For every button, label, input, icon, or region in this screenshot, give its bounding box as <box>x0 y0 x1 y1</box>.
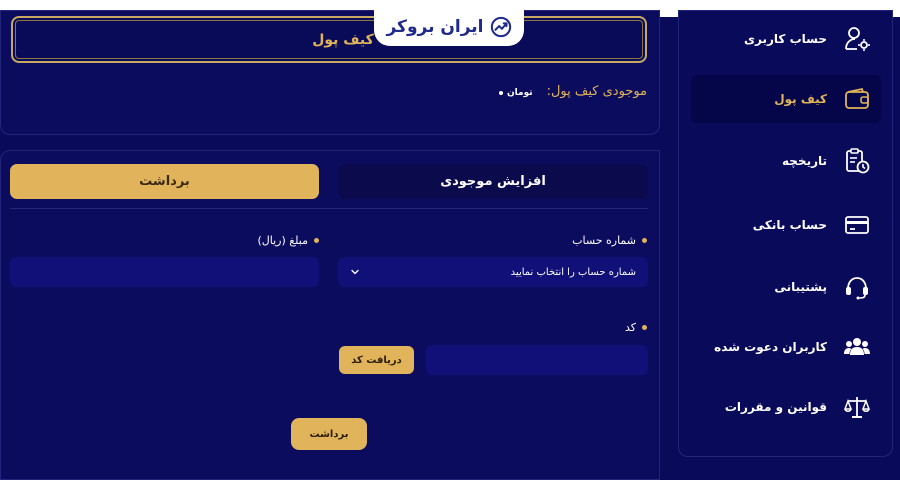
scale-icon <box>843 393 871 421</box>
sidebar-item-rules[interactable]: قوانین و مقررات <box>691 383 881 431</box>
bullet-icon <box>499 91 503 95</box>
balance-label: موجودی کیف پول: <box>546 84 647 99</box>
headset-icon <box>843 273 871 301</box>
sidebar-item-bank-account[interactable]: حساب بانکی <box>691 201 881 249</box>
account-label: شماره حساب <box>572 234 647 247</box>
withdraw-submit-button[interactable]: برداشت <box>291 418 367 450</box>
wallet-title-box: کیف پول <box>11 16 647 63</box>
logo-text: ایران بروکر <box>386 17 484 37</box>
withdraw-form-card: برداشت افزایش موجودی شماره حساب شماره حس… <box>0 150 660 480</box>
users-icon <box>843 333 871 361</box>
tab-deposit[interactable]: افزایش موجودی <box>338 164 648 199</box>
sidebar-item-wallet[interactable]: کیف پول <box>691 75 881 123</box>
bullet-icon <box>642 325 647 330</box>
wallet-title: کیف پول <box>312 32 374 48</box>
sidebar-item-label: تاریخچه <box>782 154 827 168</box>
credit-card-icon <box>843 211 871 239</box>
sidebar-item-history[interactable]: تاریخچه <box>691 137 881 185</box>
wallet-summary-card: کیف پول موجودی کیف پول: تومان <box>0 10 660 135</box>
code-label: کد <box>625 321 647 334</box>
amount-label-text: مبلغ (ریال) <box>257 234 308 247</box>
sidebar-item-label: کیف پول <box>774 92 827 106</box>
account-select[interactable]: شماره حساب را انتخاب نمایید <box>338 257 648 287</box>
balance-unit: تومان <box>507 88 533 98</box>
sidebar-item-label: حساب کاربری <box>744 32 827 46</box>
code-input[interactable] <box>426 345 648 375</box>
sidebar-item-label: حساب بانکی <box>752 218 827 232</box>
get-code-button[interactable]: دریافت کد <box>339 346 414 374</box>
sidebar-item-account[interactable]: حساب کاربری <box>691 15 881 63</box>
amount-input[interactable] <box>10 257 319 287</box>
sidebar-item-support[interactable]: پشتیبانی <box>691 263 881 311</box>
sidebar-item-label: پشتیبانی <box>774 280 827 294</box>
chevron-down-icon <box>351 269 359 275</box>
trend-logo-icon <box>490 16 511 38</box>
logo[interactable]: ایران بروکر <box>374 8 524 46</box>
divider <box>10 208 648 209</box>
account-label-text: شماره حساب <box>572 234 636 247</box>
user-gear-icon <box>843 25 871 53</box>
amount-label: مبلغ (ریال) <box>257 234 319 247</box>
history-icon <box>843 147 871 175</box>
sidebar-item-label: قوانین و مقررات <box>724 400 827 414</box>
bullet-icon <box>314 238 319 243</box>
account-select-value: شماره حساب را انتخاب نمایید <box>510 266 636 278</box>
wallet-icon <box>843 85 871 113</box>
sidebar: حساب کاربری کیف پول تاریخچه حساب بانکی پ… <box>678 10 893 457</box>
sidebar-item-label: کاربران دعوت شده <box>714 340 827 354</box>
code-label-text: کد <box>624 321 636 334</box>
sidebar-item-invited-users[interactable]: کاربران دعوت شده <box>691 323 881 371</box>
tab-withdraw[interactable]: برداشت <box>10 164 319 199</box>
balance-value: تومان <box>499 88 533 98</box>
bullet-icon <box>642 238 647 243</box>
